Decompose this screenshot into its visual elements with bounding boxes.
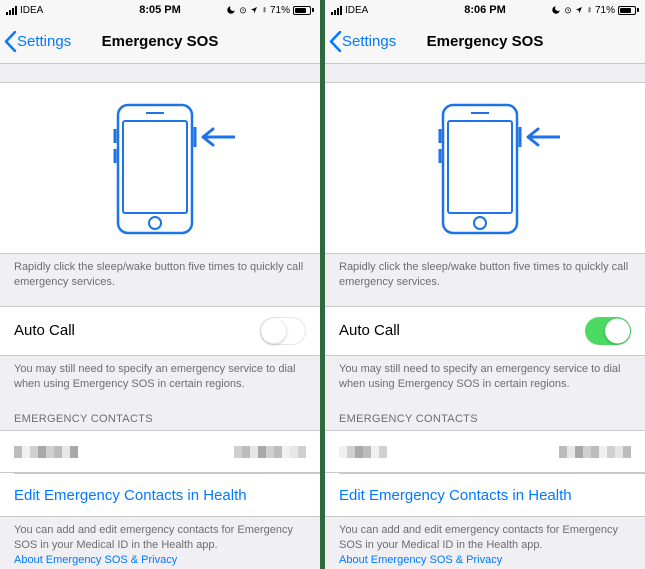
- alarm-icon: [239, 5, 247, 15]
- battery-percent: 71%: [595, 5, 615, 16]
- battery-percent: 71%: [270, 5, 290, 16]
- privacy-link[interactable]: About Emergency SOS & Privacy: [14, 554, 177, 566]
- emergency-contacts-header: EMERGENCY CONTACTS: [0, 397, 320, 430]
- redacted-contact: [339, 446, 631, 458]
- scroll-content[interactable]: Rapidly click the sleep/wake button five…: [325, 64, 645, 569]
- moon-icon: [551, 5, 561, 15]
- redacted-contact: [14, 446, 306, 458]
- chevron-left-icon: [4, 31, 17, 52]
- carrier-label: IDEA: [20, 5, 43, 16]
- clock: 8:05 PM: [139, 4, 181, 16]
- battery-icon: [618, 6, 639, 15]
- edit-contacts-label: Edit Emergency Contacts in Health: [339, 487, 572, 504]
- contact-row[interactable]: [0, 431, 320, 473]
- auto-call-label: Auto Call: [14, 322, 75, 339]
- hero-illustration: [325, 82, 645, 254]
- right-screenshot: IDEA 8:06 PM 71% Settings Emergency SOS: [325, 0, 645, 569]
- back-label: Settings: [342, 33, 396, 50]
- alarm-icon: [564, 5, 572, 15]
- hero-illustration: [0, 82, 320, 254]
- contact-row[interactable]: [325, 431, 645, 473]
- emergency-contacts-header: EMERGENCY CONTACTS: [325, 397, 645, 430]
- status-bar: IDEA 8:06 PM 71%: [325, 0, 645, 20]
- nav-bar: Settings Emergency SOS: [325, 20, 645, 64]
- location-icon: [575, 5, 583, 15]
- back-button[interactable]: Settings: [325, 31, 396, 52]
- scroll-content[interactable]: Rapidly click the sleep/wake button five…: [0, 64, 320, 569]
- hero-footer-text: Rapidly click the sleep/wake button five…: [0, 254, 320, 296]
- back-label: Settings: [17, 33, 71, 50]
- nav-bar: Settings Emergency SOS: [0, 20, 320, 64]
- auto-call-label: Auto Call: [339, 322, 400, 339]
- edit-contacts-link[interactable]: Edit Emergency Contacts in Health: [325, 474, 645, 516]
- hero-footer-text: Rapidly click the sleep/wake button five…: [325, 254, 645, 296]
- contacts-footer: You can add and edit emergency contacts …: [325, 517, 645, 569]
- location-icon: [250, 5, 258, 15]
- moon-icon: [226, 5, 236, 15]
- back-button[interactable]: Settings: [0, 31, 71, 52]
- bluetooth-icon: [586, 5, 592, 15]
- phone-press-icon: [395, 99, 575, 239]
- privacy-link[interactable]: About Emergency SOS & Privacy: [339, 554, 502, 566]
- page-title: Emergency SOS: [102, 33, 219, 50]
- auto-call-toggle[interactable]: [585, 317, 631, 345]
- status-bar: IDEA 8:05 PM 71%: [0, 0, 320, 20]
- edit-contacts-link[interactable]: Edit Emergency Contacts in Health: [0, 474, 320, 516]
- auto-call-footer: You may still need to specify an emergen…: [0, 356, 320, 398]
- contacts-footer: You can add and edit emergency contacts …: [0, 517, 320, 569]
- bluetooth-icon: [261, 5, 267, 15]
- signal-bars-icon: [331, 6, 342, 15]
- signal-bars-icon: [6, 6, 17, 15]
- auto-call-row: Auto Call: [325, 306, 645, 356]
- left-screenshot: IDEA 8:05 PM 71% Settings Emergency SOS: [0, 0, 320, 569]
- clock: 8:06 PM: [464, 4, 506, 16]
- phone-press-icon: [70, 99, 250, 239]
- chevron-left-icon: [329, 31, 342, 52]
- auto-call-footer: You may still need to specify an emergen…: [325, 356, 645, 398]
- auto-call-row: Auto Call: [0, 306, 320, 356]
- contacts-group: Edit Emergency Contacts in Health: [325, 430, 645, 517]
- page-title: Emergency SOS: [427, 33, 544, 50]
- contacts-group: Edit Emergency Contacts in Health: [0, 430, 320, 517]
- auto-call-toggle[interactable]: [260, 317, 306, 345]
- battery-icon: [293, 6, 314, 15]
- edit-contacts-label: Edit Emergency Contacts in Health: [14, 487, 247, 504]
- carrier-label: IDEA: [345, 5, 368, 16]
